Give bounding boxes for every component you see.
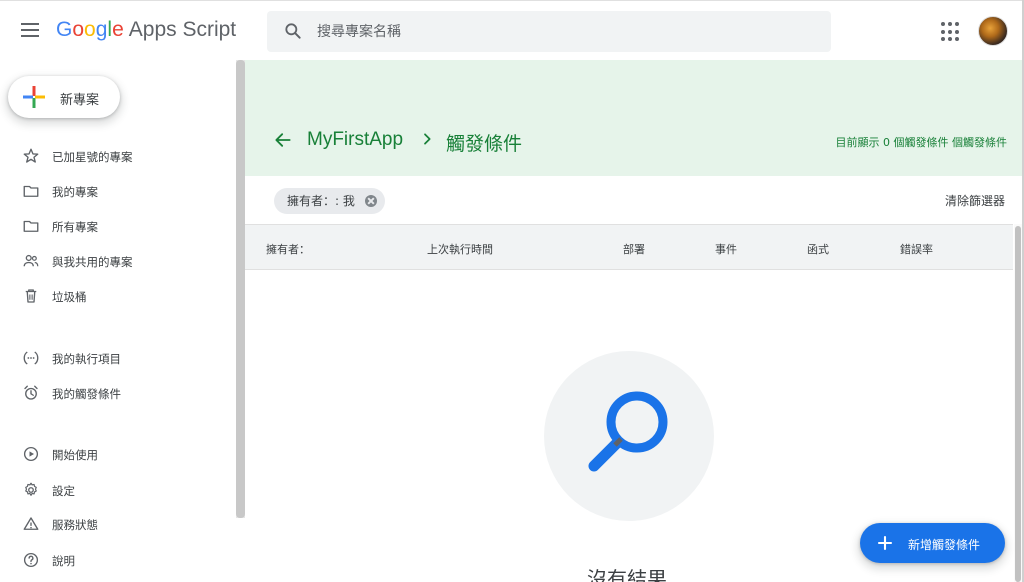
- play-circle-icon: [23, 446, 39, 462]
- alarm-icon: [24, 385, 38, 400]
- folder-icon: [23, 220, 39, 232]
- main-menu-icon[interactable]: [18, 19, 42, 43]
- page-header: MyFirstApp 觸發條件 目前顯示 0 個觸發條件 個觸發條件: [245, 60, 1022, 176]
- sidebar-item-help[interactable]: 說明: [0, 545, 236, 575]
- clear-filters-button[interactable]: 清除篩選器: [945, 192, 1005, 209]
- column-header-function[interactable]: 函式: [807, 241, 829, 257]
- apps-script-logo[interactable]: Google Apps Script: [56, 18, 236, 42]
- add-trigger-label: 新增觸發條件: [908, 538, 981, 552]
- sidebar-item-trash[interactable]: 垃圾桶: [0, 281, 236, 311]
- sidebar-item-my-projects[interactable]: 我的專案: [0, 176, 236, 206]
- main-content: MyFirstApp 觸發條件 目前顯示 0 個觸發條件 個觸發條件 擁有者：:…: [245, 60, 1022, 582]
- owner-filter-chip[interactable]: 擁有者：: 我: [274, 188, 385, 214]
- product-name: Apps Script: [128, 18, 237, 41]
- table-header: 擁有者： 上次執行時間 部署 事件 函式 錯誤率: [245, 224, 1013, 270]
- top-app-bar: Google Apps Script: [0, 0, 1024, 60]
- trash-icon: [25, 289, 37, 303]
- empty-state-text: 沒有結果: [587, 567, 667, 582]
- add-trigger-button[interactable]: 新增觸發條件: [860, 523, 1005, 563]
- sidebar-item-shared[interactable]: 與我共用的專案: [0, 246, 236, 276]
- sidebar: 新專案 已加星號的專案 我的專案 所有專案 與我共用的專案 垃圾桶 我的執行項目…: [0, 60, 236, 582]
- content-scrollbar[interactable]: [1015, 226, 1021, 582]
- new-project-label: 新專案: [60, 93, 100, 108]
- sidebar-scrollbar[interactable]: [236, 60, 245, 518]
- sidebar-item-executions[interactable]: 我的執行項目: [0, 343, 236, 373]
- column-header-last-run[interactable]: 上次執行時間: [427, 241, 493, 257]
- plus-icon: [877, 535, 893, 551]
- warning-icon: [23, 517, 39, 530]
- gear-icon: [25, 482, 37, 496]
- help-icon: [23, 552, 39, 568]
- trigger-count-text: 目前顯示 0 個觸發條件 個觸發條件: [835, 136, 1008, 149]
- column-header-error-rate[interactable]: 錯誤率: [900, 241, 933, 257]
- column-header-deployment[interactable]: 部署: [623, 241, 645, 257]
- empty-state-illustration: [544, 351, 714, 521]
- star-icon: [23, 148, 39, 163]
- filter-bar: 擁有者：: 我 清除篩選器: [245, 176, 1022, 224]
- owner-filter-label: 擁有者：: 我: [287, 194, 355, 208]
- sidebar-item-starred[interactable]: 已加星號的專案: [0, 141, 236, 171]
- search-bar[interactable]: [267, 11, 831, 52]
- sidebar-item-triggers[interactable]: 我的觸發條件: [0, 378, 236, 408]
- magnifier-icon: [588, 391, 668, 472]
- sidebar-item-settings[interactable]: 設定: [0, 475, 236, 505]
- folder-icon: [23, 185, 39, 197]
- sidebar-item-all-projects[interactable]: 所有專案: [0, 211, 236, 241]
- people-icon: [23, 254, 39, 267]
- search-icon[interactable]: [283, 21, 303, 41]
- column-header-event[interactable]: 事件: [715, 241, 737, 257]
- new-project-button[interactable]: 新專案: [8, 76, 120, 118]
- chevron-right-icon: [424, 133, 431, 145]
- google-apps-icon[interactable]: [941, 22, 961, 42]
- sidebar-item-status[interactable]: 服務狀態: [0, 509, 236, 539]
- remove-filter-icon[interactable]: [364, 195, 377, 207]
- page-title: 觸發條件: [446, 133, 523, 155]
- account-avatar[interactable]: [978, 16, 1008, 46]
- search-input[interactable]: [317, 11, 817, 52]
- colored-plus-icon: [23, 86, 45, 108]
- executions-icon: [23, 351, 39, 365]
- back-arrow-icon[interactable]: [273, 130, 293, 150]
- breadcrumb-project[interactable]: MyFirstApp: [307, 129, 403, 151]
- sidebar-item-get-started[interactable]: 開始使用: [0, 439, 236, 469]
- column-header-owner[interactable]: 擁有者：: [266, 241, 310, 257]
